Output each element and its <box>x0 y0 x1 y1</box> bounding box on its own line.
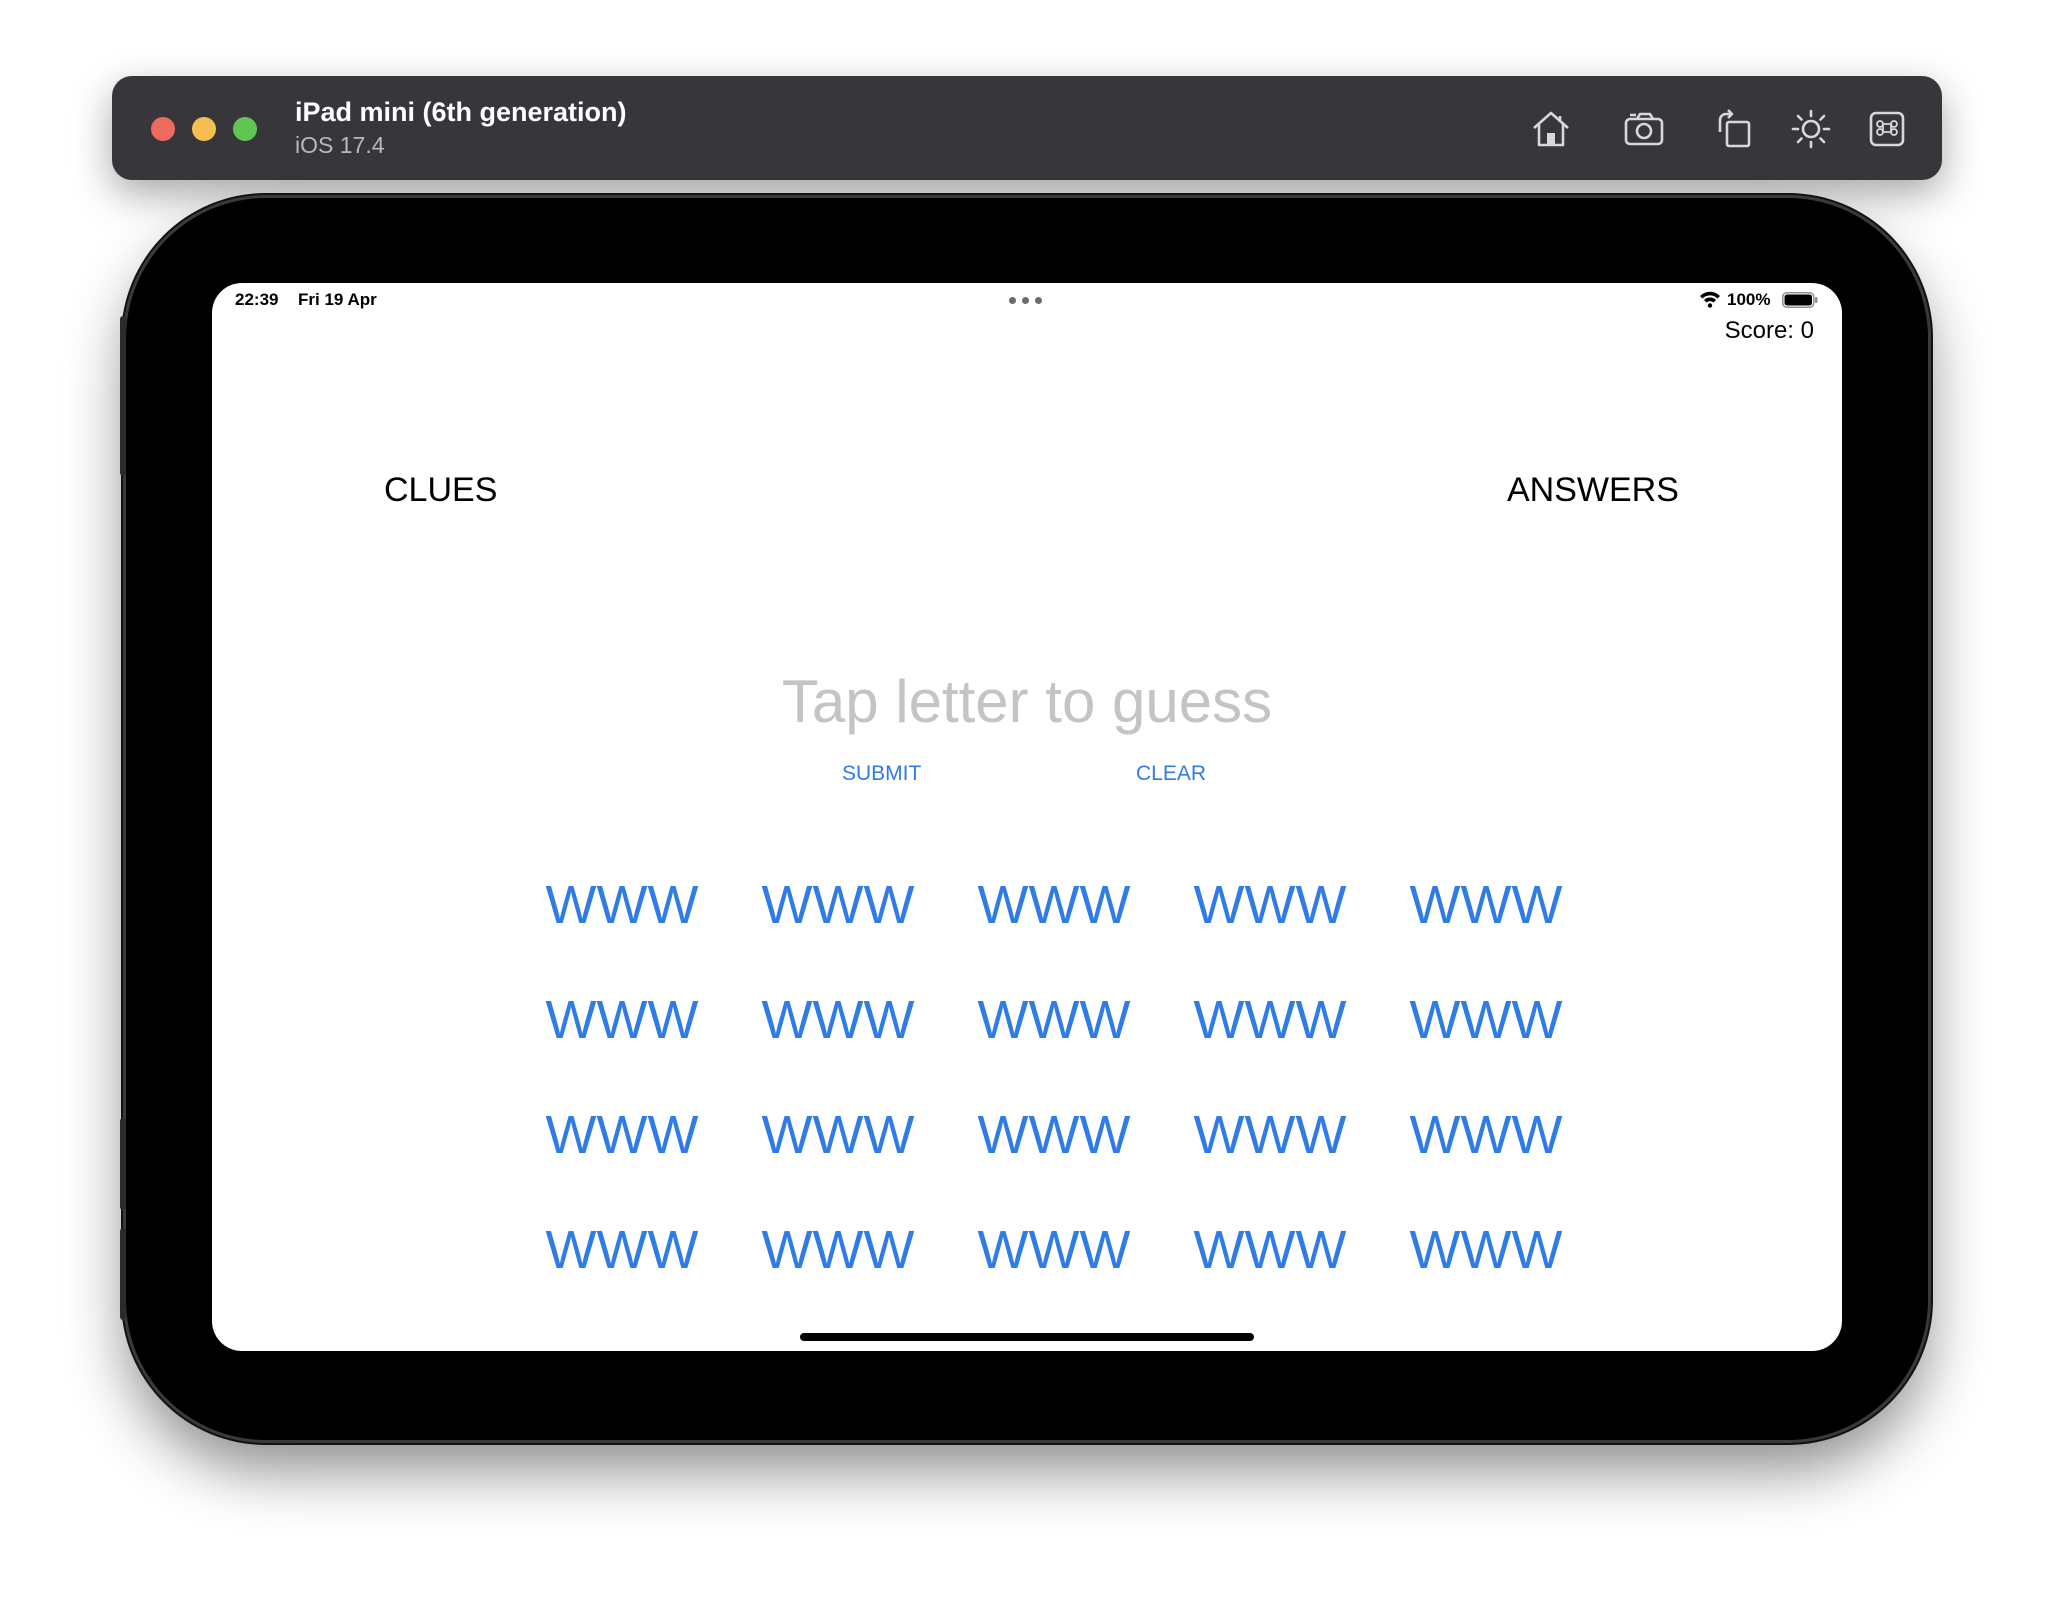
letter-button[interactable]: WWW <box>514 1078 730 1193</box>
zoom-window-button[interactable] <box>233 117 257 141</box>
clues-label: CLUES <box>384 471 498 509</box>
letter-button[interactable]: WWW <box>730 1193 946 1308</box>
battery-percentage: 100% <box>1727 290 1771 309</box>
device-name: iPad mini (6th generation) <box>295 97 627 127</box>
battery-icon <box>1782 292 1818 308</box>
letter-button[interactable]: WWW <box>514 848 730 963</box>
home-indicator[interactable] <box>800 1333 1254 1341</box>
screenshot-icon[interactable] <box>1622 106 1668 152</box>
rotate-icon[interactable] <box>1712 106 1758 152</box>
status-date: Fri 19 Apr <box>298 290 377 309</box>
letter-button[interactable]: WWW <box>1378 963 1594 1078</box>
letter-button[interactable]: WWW <box>514 1193 730 1308</box>
letter-button[interactable]: WWW <box>946 1193 1162 1308</box>
letter-button[interactable]: WWW <box>1378 1078 1594 1193</box>
score-label: Score: 0 <box>1724 317 1814 344</box>
letter-button[interactable]: WWW <box>1162 1193 1378 1308</box>
wifi-icon <box>1699 290 1721 308</box>
letter-button[interactable]: WWW <box>1378 1193 1594 1308</box>
minimize-window-button[interactable] <box>192 117 216 141</box>
current-answer-field[interactable]: Tap letter to guess <box>212 667 1842 736</box>
letter-button[interactable]: WWW <box>1162 963 1378 1078</box>
command-icon[interactable] <box>1865 106 1911 152</box>
appearance-icon[interactable] <box>1788 106 1834 152</box>
status-time: 22:39 <box>235 290 279 309</box>
simulator-stage: iPad mini (6th generation) iOS 17.4 22:3… <box>0 0 2054 1604</box>
letter-button[interactable]: WWW <box>730 848 946 963</box>
close-window-button[interactable] <box>151 117 175 141</box>
letter-button[interactable]: WWW <box>1162 1078 1378 1193</box>
device-os-version: iOS 17.4 <box>295 132 385 158</box>
letter-button[interactable]: WWW <box>1378 848 1594 963</box>
answers-label: ANSWERS <box>1507 471 1679 509</box>
submit-button[interactable]: SUBMIT <box>842 762 921 786</box>
letter-buttons-grid: WWW WWW WWW WWW WWW WWW WWW WWW WWW WWW … <box>514 848 1594 1308</box>
app-screen: 22:39 Fri 19 Apr 100% Score: 0 CLUES ANS… <box>212 283 1842 1351</box>
top-button <box>120 316 126 476</box>
letter-button[interactable]: WWW <box>1162 848 1378 963</box>
simulator-titlebar: iPad mini (6th generation) iOS 17.4 <box>112 76 1942 180</box>
letter-button[interactable]: WWW <box>514 963 730 1078</box>
volume-down-button <box>120 1228 126 1320</box>
multitasking-dots-icon[interactable] <box>1009 295 1045 305</box>
volume-up-button <box>120 1118 126 1210</box>
letter-button[interactable]: WWW <box>730 963 946 1078</box>
letter-button[interactable]: WWW <box>730 1078 946 1193</box>
letter-button[interactable]: WWW <box>946 963 1162 1078</box>
letter-button[interactable]: WWW <box>946 848 1162 963</box>
home-icon[interactable] <box>1528 106 1574 152</box>
clear-button[interactable]: CLEAR <box>1136 762 1206 786</box>
letter-button[interactable]: WWW <box>946 1078 1162 1193</box>
